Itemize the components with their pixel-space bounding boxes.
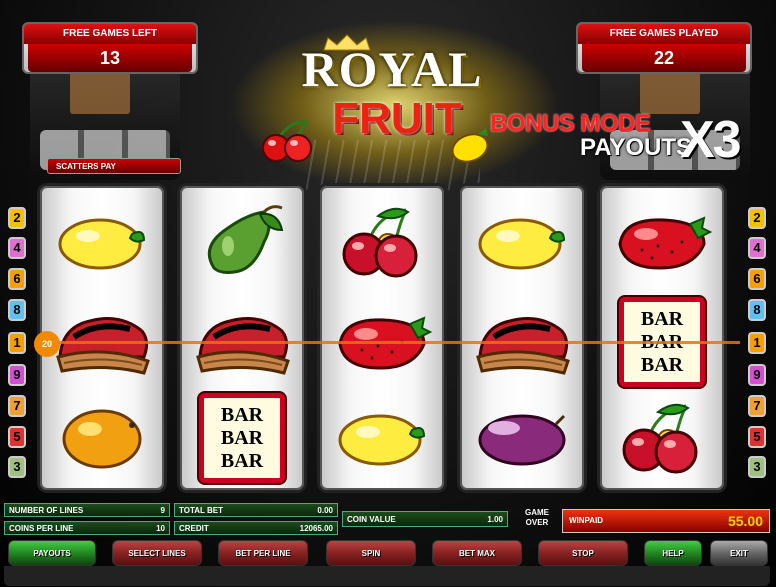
total-bet-value: 0.00: [317, 506, 333, 515]
payouts-text: PAYOUTS: [580, 134, 693, 161]
line-number-right[interactable]: 5: [748, 426, 766, 448]
bar-text: BAR: [640, 353, 684, 376]
line-number-left[interactable]: 1: [8, 332, 26, 354]
coin-value-value: 1.00: [487, 515, 503, 524]
coins-per-line-value: 10: [156, 524, 165, 533]
bet-max-button[interactable]: BET MAX: [432, 540, 522, 566]
free-games-played-label: FREE GAMES PLAYED: [578, 24, 750, 44]
exit-button[interactable]: EXIT: [710, 540, 768, 566]
button-bar-base: [4, 566, 770, 586]
select-lines-button[interactable]: SELECT LINES: [112, 540, 202, 566]
title-royal: ROYAL: [301, 41, 483, 97]
credit-value: 12065.00: [299, 524, 333, 533]
line-number-left[interactable]: 3: [8, 456, 26, 478]
coins-per-line-display: COINS PER LINE 10: [4, 521, 170, 535]
payline-badge: 20: [34, 331, 60, 357]
cherries-symbol: [325, 196, 439, 288]
cherries-symbol: [605, 392, 719, 484]
line-number-right[interactable]: 1: [748, 332, 766, 354]
bar-bar-bar-symbol: BAR BAR BAR: [185, 392, 299, 484]
line-number-right[interactable]: 7: [748, 395, 766, 417]
bar-text: BAR: [220, 426, 264, 449]
orange-symbol: [45, 392, 159, 484]
coin-value-display: COIN VALUE 1.00: [342, 511, 508, 527]
lemon-logo-icon: [451, 128, 489, 163]
stop-button[interactable]: STOP: [538, 540, 628, 566]
free-games-left-value: 13: [28, 44, 192, 72]
line-number-right[interactable]: 6: [748, 268, 766, 290]
reel-3: [317, 183, 447, 493]
line-number-left[interactable]: 9: [8, 364, 26, 386]
free-games-left-label: FREE GAMES LEFT: [24, 24, 196, 44]
free-games-left-counter: FREE GAMES LEFT 13: [22, 22, 198, 74]
scatters-pay-label: SCATTERS PAY: [47, 158, 181, 174]
lemon-symbol: [465, 196, 579, 288]
lemon-symbol: [45, 196, 159, 288]
bar-tile: BAR BAR BAR: [199, 393, 285, 483]
payouts-button[interactable]: PAYOUTS: [8, 540, 96, 566]
coins-per-line-label: COINS PER LINE: [9, 524, 74, 533]
coin-value-label: COIN VALUE: [347, 515, 396, 524]
total-bet-label: TOTAL BET: [179, 506, 223, 515]
free-games-played-counter: FREE GAMES PLAYED 22: [576, 22, 752, 74]
free-games-played-value: 22: [582, 44, 746, 72]
strawberry-symbol: [605, 196, 719, 288]
number-of-lines-label: NUMBER OF LINES: [9, 506, 84, 515]
active-payline: [36, 341, 740, 344]
reel-5: BAR BAR BAR: [597, 183, 727, 493]
line-number-left[interactable]: 7: [8, 395, 26, 417]
total-bet-display: TOTAL BET 0.00: [174, 503, 338, 517]
spin-button[interactable]: SPIN: [326, 540, 416, 566]
line-number-right[interactable]: 4: [748, 237, 766, 259]
line-number-left[interactable]: 8: [8, 299, 26, 321]
bar-text: BAR: [220, 449, 264, 472]
winpaid-display: WINPAID 55.00: [562, 509, 770, 533]
cherries-logo-icon: [262, 120, 312, 162]
credit-label: CREDIT: [179, 524, 209, 533]
line-number-left[interactable]: 6: [8, 268, 26, 290]
pear-symbol: [185, 196, 299, 288]
bar-text: BAR: [220, 403, 264, 426]
number-of-lines-value: 9: [160, 506, 165, 515]
plum-symbol: [465, 392, 579, 484]
help-button[interactable]: HELP: [644, 540, 702, 566]
reel-4: [457, 183, 587, 493]
line-number-right[interactable]: 2: [748, 207, 766, 229]
game-over-status: GAME OVER: [525, 508, 549, 527]
line-number-left[interactable]: 4: [8, 237, 26, 259]
bar-text: BAR: [640, 307, 684, 330]
lemon-symbol: [325, 392, 439, 484]
winpaid-label: WINPAID: [569, 516, 604, 525]
line-number-left[interactable]: 2: [8, 207, 26, 229]
multiplier-text: X3: [680, 111, 742, 169]
line-number-right[interactable]: 3: [748, 456, 766, 478]
number-of-lines-display: NUMBER OF LINES 9: [4, 503, 170, 517]
bet-per-line-button[interactable]: BET PER LINE: [218, 540, 308, 566]
slot-game-screen: FREE GAMES LEFT 13 FREE GAMES PLAYED 22 …: [0, 0, 776, 587]
line-number-right[interactable]: 8: [748, 299, 766, 321]
winpaid-value: 55.00: [727, 513, 763, 529]
credit-display: CREDIT 12065.00: [174, 521, 338, 535]
line-number-right[interactable]: 9: [748, 364, 766, 386]
line-number-left[interactable]: 5: [8, 426, 26, 448]
reel-2: BAR BAR BAR: [177, 183, 307, 493]
